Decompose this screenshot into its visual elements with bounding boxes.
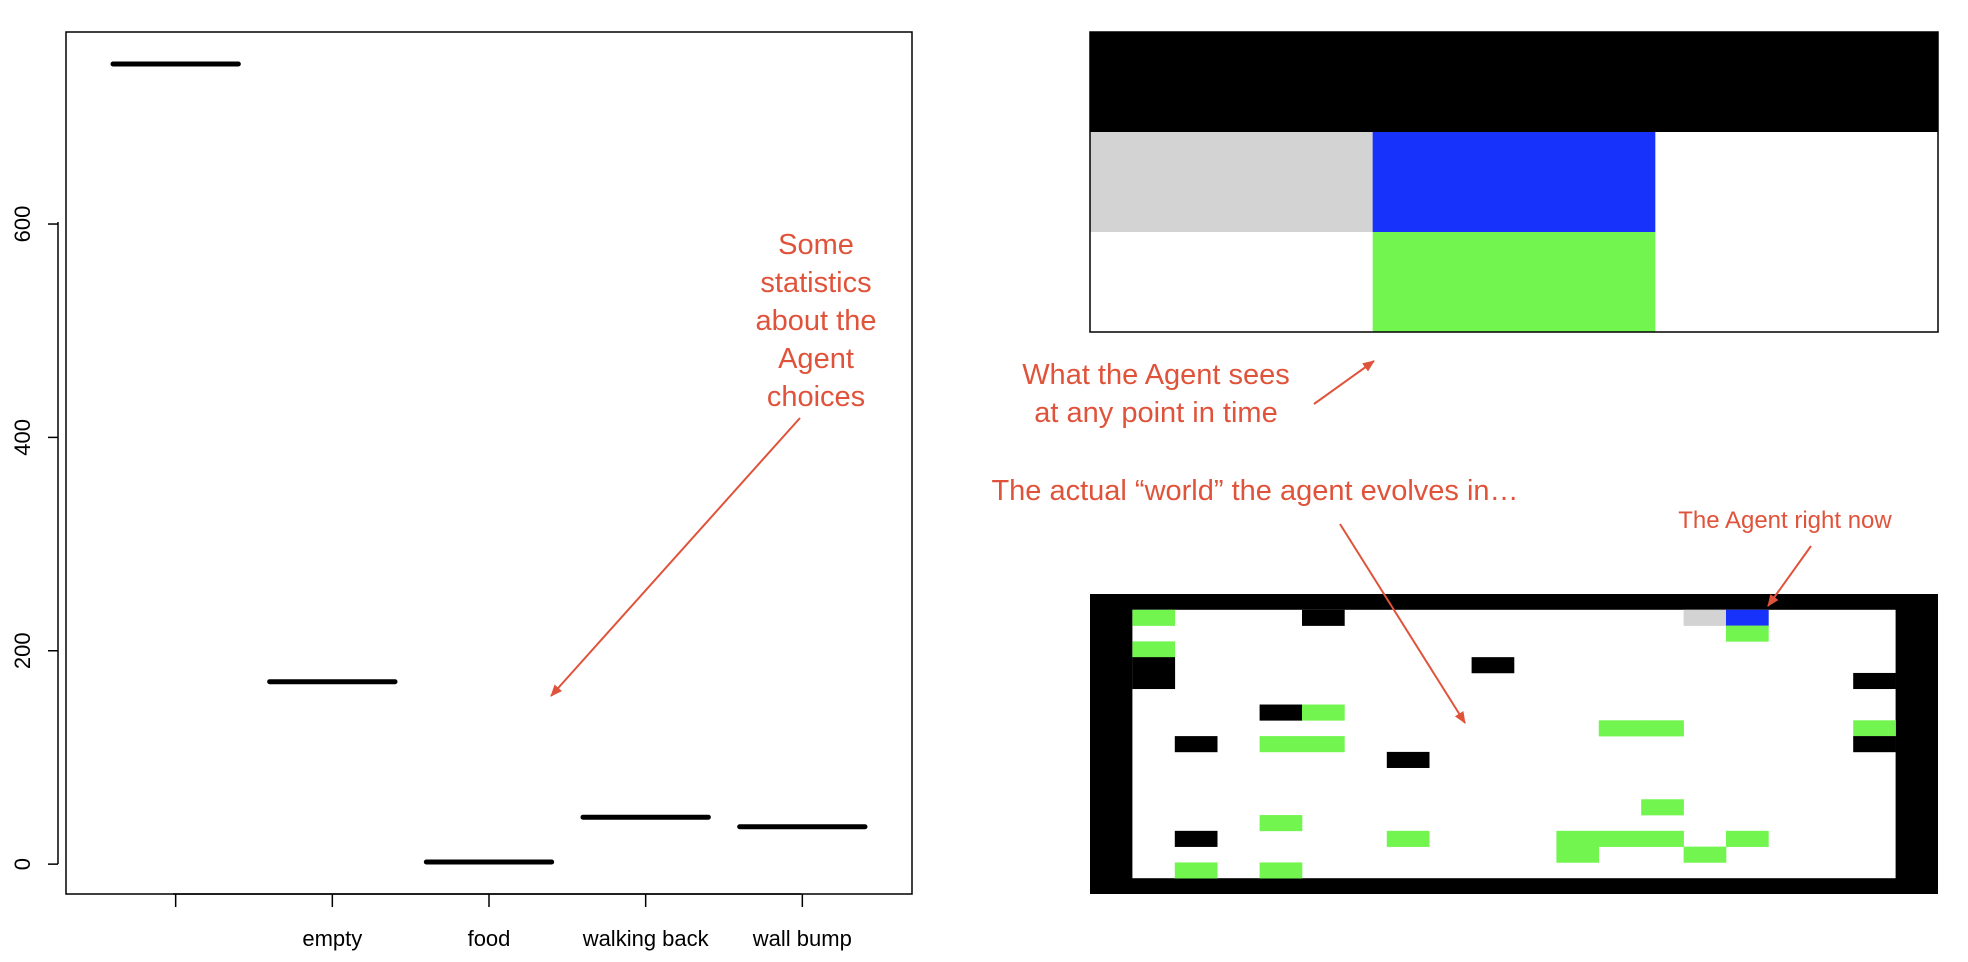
agent-choices-chart: 0 200 400 600 empty food walking back wall bum…	[10, 31, 913, 951]
y-axis-ticks: 0 200 400 600	[10, 206, 58, 870]
vision-cell-visited	[1090, 132, 1374, 233]
x-tick-label: wall bump	[752, 926, 852, 951]
plot-frame	[65, 31, 913, 895]
world-cell-food	[1641, 720, 1684, 737]
stats-annotation-line: Some	[778, 229, 854, 261]
vision-cell-wall	[1655, 32, 1939, 133]
x-axis-ticks: empty food walking back wall bump	[174, 894, 852, 951]
world-cell-wall	[1174, 736, 1218, 753]
chart-marks	[110, 61, 868, 865]
vision-cell-empty	[1655, 232, 1939, 333]
world-annotation: The actual “world” the agent evolves in…	[991, 475, 1519, 507]
vision-annotation-line: at any point in time	[1034, 397, 1278, 429]
agent-vision-grid	[1090, 32, 1939, 333]
world-cell-wall	[1132, 672, 1176, 690]
stats-annotation: Some statistics about the Agent choices	[706, 226, 926, 416]
world-cell-food	[1683, 846, 1727, 863]
stats-annotation-line: choices	[766, 381, 866, 413]
world-cell-wall	[1853, 736, 1896, 753]
world-cell-food	[1641, 799, 1684, 816]
y-tick-label: 600	[10, 206, 35, 243]
vision-cell-wall	[1090, 32, 1374, 133]
world-cell-food	[1598, 830, 1642, 847]
world-cell-food	[1598, 720, 1642, 737]
vision-cell-wall	[1372, 32, 1656, 133]
world-cell-food	[1853, 720, 1896, 737]
world-cell-food	[1386, 830, 1430, 847]
world-cell-food	[1726, 625, 1769, 642]
world-cell-wall	[1302, 609, 1345, 626]
vision-cell-empty	[1655, 132, 1939, 233]
stats-annotation-line: statistics	[760, 267, 872, 299]
world-cell-food	[1641, 830, 1684, 847]
vision-cell-empty	[1090, 232, 1374, 333]
y-tick-label: 0	[10, 858, 35, 870]
x-tick-label: walking back	[582, 926, 710, 951]
y-tick-label: 400	[10, 419, 35, 456]
world-cell-food	[1132, 641, 1176, 658]
world-cell-wall	[1174, 830, 1218, 847]
stats-arrow	[550, 417, 801, 697]
world-cell-wall	[1386, 751, 1430, 768]
world-grid	[1090, 594, 1938, 894]
world-cell-food	[1302, 736, 1345, 753]
world-cell-food	[1302, 704, 1345, 721]
vision-annotation-line: What the Agent sees	[1022, 359, 1290, 391]
world-cell-agent	[1726, 609, 1769, 626]
world-cell-visited	[1683, 609, 1727, 626]
vision-annotation: What the Agent sees at any point in time	[976, 356, 1336, 432]
world-cell-food	[1259, 862, 1303, 879]
stats-annotation-line: Agent	[778, 343, 854, 375]
agent-now-annotation: The Agent right now	[1678, 507, 1892, 534]
world-cell-food	[1174, 862, 1218, 879]
world-cell-food	[1259, 815, 1303, 832]
x-tick-label: empty	[302, 926, 362, 951]
world-cell-food	[1132, 609, 1176, 626]
world-cell-food	[1726, 830, 1769, 847]
world-cell-wall	[1853, 672, 1896, 690]
world-cell-wall	[1132, 657, 1176, 674]
world-cell-wall	[1471, 657, 1515, 674]
vision-cell-agent	[1372, 132, 1656, 233]
vision-cell-food	[1372, 232, 1656, 333]
world-cell-food	[1556, 846, 1600, 863]
stats-annotation-line: about the	[755, 305, 877, 337]
x-tick-label: food	[468, 926, 511, 951]
world-floor	[1132, 609, 1896, 879]
y-tick-label: 200	[10, 632, 35, 669]
world-cell-food	[1259, 736, 1303, 753]
world-cell-food	[1556, 830, 1600, 847]
world-cell-wall	[1259, 704, 1303, 721]
